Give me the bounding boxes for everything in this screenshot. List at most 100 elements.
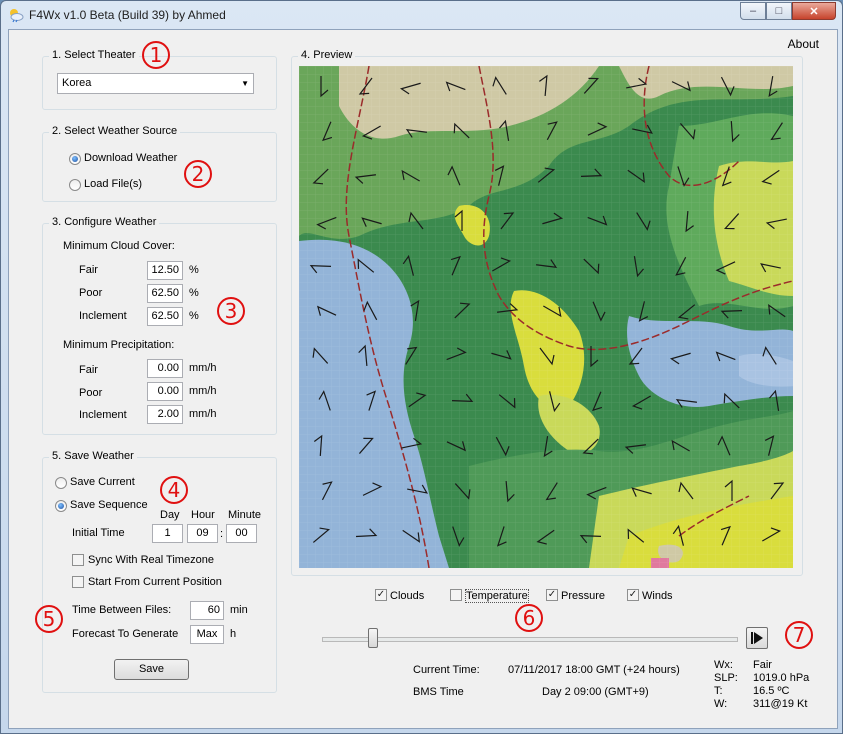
configure-weather-group: 3. Configure Weather Minimum Cloud Cover… (42, 216, 277, 435)
preview-group-title: 4. Preview (298, 49, 356, 61)
day-column-label: Day (160, 509, 180, 521)
save-current-radio[interactable] (55, 477, 67, 489)
initial-time-label: Initial Time (72, 527, 125, 539)
cloud-poor-input[interactable]: 62.50 (147, 284, 183, 303)
about-menu[interactable]: About (788, 37, 819, 51)
theater-select[interactable]: Korea ▼ (57, 73, 254, 94)
maximize-button[interactable]: □ (766, 2, 792, 20)
precipitation-heading: Minimum Precipitation: (63, 339, 175, 351)
load-files-radio[interactable] (69, 179, 81, 191)
precip-inclement-unit: mm/h (189, 408, 217, 420)
precip-fair-input[interactable]: 0.00 (147, 359, 183, 378)
play-button[interactable] (746, 627, 768, 649)
minimize-button[interactable]: – (740, 2, 766, 20)
cloud-inclement-label: Inclement (79, 310, 127, 322)
weather-preview-map[interactable] (299, 66, 793, 568)
winds-checkbox[interactable]: ✓ (627, 589, 639, 601)
sync-timezone-checkbox[interactable] (72, 554, 84, 566)
load-files-label[interactable]: Load File(s) (84, 178, 142, 190)
time-between-files-label: Time Between Files: (72, 604, 172, 616)
temperature-checkbox[interactable] (450, 589, 462, 601)
sync-timezone-label[interactable]: Sync With Real Timezone (88, 554, 214, 566)
start-current-position-checkbox[interactable] (72, 576, 84, 588)
current-time-value: 07/11/2017 18:00 GMT (+24 hours) (508, 664, 680, 676)
precip-fair-label: Fair (79, 364, 98, 376)
temperature-label[interactable]: Temperature (465, 589, 529, 603)
save-current-label[interactable]: Save Current (70, 476, 135, 488)
temperature-readout-label: T: (714, 685, 723, 697)
forecast-to-generate-input[interactable]: Max (190, 625, 224, 644)
wx-label: Wx: (714, 659, 733, 671)
precip-inclement-label: Inclement (79, 409, 127, 421)
forecast-to-generate-unit: h (230, 628, 237, 640)
clouds-checkbox[interactable]: ✓ (375, 589, 387, 601)
precip-poor-label: Poor (79, 387, 103, 399)
save-button[interactable]: Save (114, 659, 189, 680)
bms-time-value: Day 2 09:00 (GMT+9) (542, 686, 649, 698)
timeline-slider-thumb[interactable] (368, 628, 378, 648)
pressure-checkbox[interactable]: ✓ (546, 589, 558, 601)
cloud-poor-unit: % (189, 287, 199, 299)
minimize-icon: – (749, 5, 757, 17)
slp-value: 1019.0 hPa (753, 672, 810, 684)
slp-label: SLP: (714, 672, 738, 684)
precip-poor-input[interactable]: 0.00 (147, 382, 183, 401)
temperature-readout-value: 16.5 ºC (753, 685, 790, 697)
time-separator: : (220, 528, 224, 540)
annotation-marker-7: 7 (785, 621, 813, 649)
weather-source-group: 2. Select Weather Source Download Weathe… (42, 125, 277, 202)
save-sequence-label[interactable]: Save Sequence (70, 499, 148, 511)
dropdown-arrow-icon: ▼ (241, 79, 249, 88)
time-between-files-unit: min (230, 604, 248, 616)
weather-map-svg (299, 66, 793, 568)
download-weather-radio[interactable] (69, 153, 81, 165)
cloud-poor-label: Poor (79, 287, 103, 299)
save-weather-group-title: 5. Save Weather (49, 450, 137, 462)
forecast-to-generate-label: Forecast To Generate (72, 628, 179, 640)
initial-minute-input[interactable]: 00 (226, 524, 257, 543)
configure-weather-group-title: 3. Configure Weather (49, 216, 160, 228)
annotation-marker-2: 2 (184, 160, 212, 188)
wind-readout-label: W: (714, 698, 728, 710)
timeline-slider-track[interactable] (322, 637, 738, 642)
cloud-inclement-unit: % (189, 310, 199, 322)
initial-day-input[interactable]: 1 (152, 524, 183, 543)
main-window: F4Wx v1.0 Beta (Build 39) by Ahmed – □ ✕… (0, 0, 843, 734)
cloud-fair-label: Fair (79, 264, 98, 276)
annotation-marker-6: 6 (515, 604, 543, 632)
minute-column-label: Minute (228, 509, 262, 521)
annotation-marker-1: 1 (142, 41, 170, 69)
annotation-marker-3: 3 (217, 297, 245, 325)
hour-column-label: Hour (191, 509, 215, 521)
cloud-inclement-input[interactable]: 62.50 (147, 307, 183, 326)
close-button[interactable]: ✕ (792, 2, 836, 20)
theater-selected-value: Korea (62, 77, 92, 89)
time-between-files-input[interactable]: 60 (190, 601, 224, 620)
save-sequence-radio[interactable] (55, 500, 67, 512)
maximize-icon: □ (775, 5, 783, 17)
start-current-position-label[interactable]: Start From Current Position (88, 576, 222, 588)
weather-source-group-title: 2. Select Weather Source (49, 125, 181, 137)
bms-time-label: BMS Time (413, 686, 464, 698)
cloud-cover-heading: Minimum Cloud Cover: (63, 240, 175, 252)
clouds-label[interactable]: Clouds (390, 590, 424, 602)
cloud-fair-input[interactable]: 12.50 (147, 261, 183, 280)
precip-inclement-input[interactable]: 2.00 (147, 405, 183, 424)
client-area: About 1. Select Theater Korea ▼ 2. Selec… (8, 29, 838, 729)
precip-poor-unit: mm/h (189, 385, 217, 397)
current-time-label: Current Time: (413, 664, 480, 676)
wx-value: Fair (753, 659, 772, 671)
title-bar[interactable]: F4Wx v1.0 Beta (Build 39) by Ahmed – □ ✕ (1, 1, 842, 29)
pressure-label[interactable]: Pressure (561, 590, 605, 602)
window-title: F4Wx v1.0 Beta (Build 39) by Ahmed (29, 8, 226, 22)
download-weather-label[interactable]: Download Weather (84, 152, 177, 164)
cloud-fair-unit: % (189, 264, 199, 276)
wind-readout-value: 311@19 Kt (753, 698, 808, 710)
close-icon: ✕ (809, 5, 819, 18)
play-icon (751, 632, 763, 644)
annotation-marker-5: 5 (35, 605, 63, 633)
annotation-marker-4: 4 (160, 476, 188, 504)
initial-hour-input[interactable]: 09 (187, 524, 218, 543)
theater-group-title: 1. Select Theater (49, 49, 139, 61)
winds-label[interactable]: Winds (642, 590, 673, 602)
